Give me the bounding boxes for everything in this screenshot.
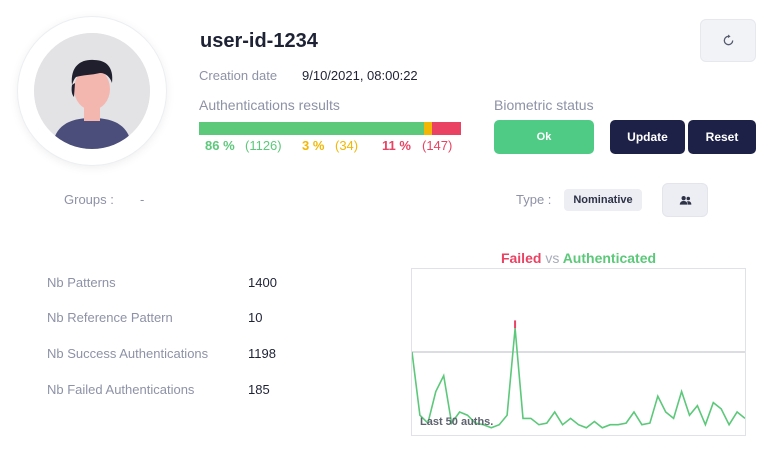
- auth-results-label: Authentications results: [199, 97, 340, 113]
- biometric-status-label: Biometric status: [494, 97, 594, 113]
- groups-label: Groups :: [64, 192, 114, 207]
- people-button[interactable]: [662, 183, 708, 217]
- stat-label-failed-auths: Nb Failed Authentications: [47, 382, 195, 397]
- auth-bar-warning-segment: [424, 122, 433, 135]
- success-count: (1126): [245, 138, 282, 153]
- stat-label-patterns: Nb Patterns: [47, 275, 116, 290]
- creation-date-label: Creation date: [199, 68, 278, 83]
- refresh-icon: [723, 34, 733, 46]
- people-icon: [679, 195, 691, 205]
- chart-title: Failed vs Authenticated: [411, 250, 746, 266]
- biometric-status-ok-button[interactable]: Ok: [494, 120, 594, 154]
- chart-title-authenticated: Authenticated: [562, 250, 657, 266]
- auth-results-bar: [199, 122, 461, 135]
- chart-title-vs: vs: [545, 250, 560, 266]
- warning-count: (34): [335, 138, 359, 153]
- warning-percent: 3 %: [302, 138, 325, 153]
- stat-value-success-auths: 1198: [248, 346, 276, 361]
- success-percent: 86 %: [205, 138, 235, 153]
- user-id-title: user-id-1234: [200, 30, 318, 52]
- stat-value-reference-pattern: 10: [248, 310, 263, 325]
- auth-bar-failed-segment: [432, 122, 461, 135]
- chart-series-authenticated: [412, 328, 745, 429]
- type-badge: Nominative: [564, 189, 642, 211]
- auth-chart-svg: [412, 320, 745, 429]
- avatar-frame: [18, 17, 166, 165]
- chart-note: Last 50 auths.: [420, 416, 494, 428]
- update-button[interactable]: Update: [610, 120, 685, 154]
- stat-label-success-auths: Nb Success Authentications: [47, 346, 209, 361]
- user-avatar-icon: [34, 33, 150, 149]
- creation-date-value: 9/10/2021, 08:00:22: [302, 68, 418, 83]
- stat-value-patterns: 1400: [248, 275, 277, 290]
- failed-percent: 11 %: [382, 138, 411, 153]
- groups-value: -: [140, 192, 145, 207]
- avatar: [34, 33, 150, 149]
- stat-value-failed-auths: 185: [248, 382, 270, 397]
- reset-button[interactable]: Reset: [688, 120, 756, 154]
- stat-label-reference-pattern: Nb Reference Pattern: [47, 310, 173, 325]
- chart-title-failed: Failed: [500, 250, 542, 266]
- failed-count: (147): [422, 138, 453, 153]
- type-label: Type :: [516, 192, 552, 207]
- auth-bar-success-segment: [199, 122, 425, 135]
- refresh-button[interactable]: [700, 19, 756, 62]
- auth-chart: [411, 268, 746, 436]
